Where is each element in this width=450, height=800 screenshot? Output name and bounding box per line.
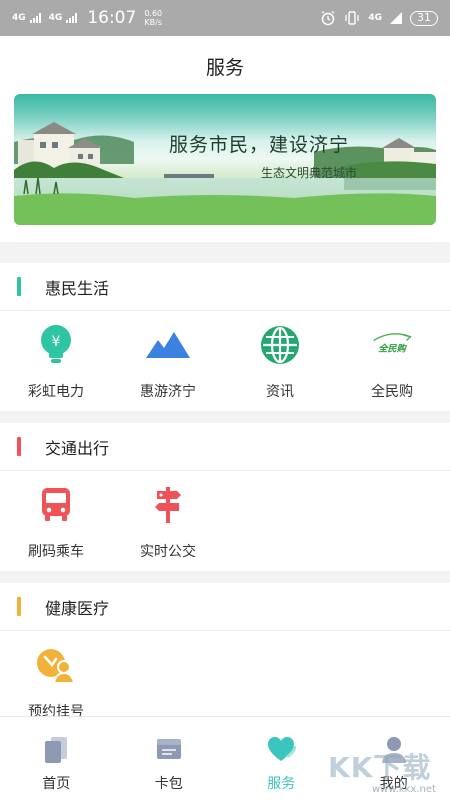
service-label: 刷码乘车 — [28, 544, 84, 560]
service-zixun[interactable]: 资讯 — [224, 311, 336, 411]
section-header: 惠民生活 — [0, 263, 450, 311]
section-jiaotong: 交通出行 刷码乘车 实时公交 — [0, 423, 450, 571]
service-label: 全民购 — [371, 384, 413, 400]
signal-icon-2 — [66, 13, 78, 23]
heart-icon — [268, 737, 297, 761]
section-jiankang: 健康医疗 预约挂号 — [0, 583, 450, 720]
banner-scenery-image — [14, 122, 436, 225]
section-accent-bar — [17, 437, 21, 456]
svg-text:¥: ¥ — [52, 334, 61, 350]
service-label: 实时公交 — [140, 544, 196, 560]
service-caihong-dianli[interactable]: ¥ 彩虹电力 — [0, 311, 112, 411]
wallet-icon — [156, 739, 181, 759]
section-header: 健康医疗 — [0, 583, 450, 631]
section-accent-bar — [17, 277, 21, 296]
globe-icon — [258, 323, 302, 367]
watermark-url: www.kkx.net — [372, 784, 436, 795]
bus-icon — [34, 483, 78, 527]
tab-label: 首页 — [42, 776, 71, 792]
network-type-3: 4G — [368, 12, 382, 23]
service-huiyou-jining[interactable]: 惠游济宁 — [112, 311, 224, 411]
mountain-icon — [146, 323, 190, 367]
section-header: 交通出行 — [0, 423, 450, 471]
network-type-1: 4G — [12, 12, 26, 23]
tab-home[interactable]: 首页 — [0, 717, 113, 800]
vibrate-icon — [345, 11, 359, 25]
banner-subtitle: 生态文明典范城市 — [261, 166, 358, 180]
service-label: 惠游济宁 — [140, 384, 196, 400]
service-shishi-gongjiao[interactable]: 实时公交 — [112, 471, 224, 571]
status-bar: 4G 4G 16:07 0.60 KB/s 4G 31 — [0, 0, 450, 36]
tab-label: 服务 — [267, 776, 296, 792]
signal-icon-1 — [29, 13, 41, 23]
section-accent-bar — [17, 597, 21, 616]
section-title: 交通出行 — [45, 438, 110, 458]
banner-title: 服务市民，建设济宁 — [169, 134, 350, 156]
banner-carousel[interactable]: 服务市民，建设济宁 生态文明典范城市 — [14, 94, 436, 225]
section-title: 惠民生活 — [45, 278, 110, 298]
home-icon — [45, 737, 68, 763]
section-title: 健康医疗 — [45, 598, 110, 618]
tab-wallet[interactable]: 卡包 — [113, 717, 226, 800]
tab-label: 卡包 — [154, 776, 183, 792]
service-quanmingou[interactable]: 全民购 全民购 — [336, 311, 448, 411]
tab-service[interactable]: 服务 — [225, 717, 338, 800]
service-label: 资讯 — [266, 384, 294, 400]
quanmingou-logo-icon: 全民购 — [370, 323, 414, 367]
net-speed: 0.60 KB/s — [144, 9, 162, 27]
watermark-text: KK下载 — [328, 751, 432, 784]
wifi-signal-icon — [390, 12, 402, 24]
battery-indicator: 31 — [410, 10, 438, 26]
lightbulb-icon: ¥ — [34, 323, 78, 367]
alarm-icon — [321, 10, 335, 26]
quanmingou-logo-text: 全民购 — [378, 342, 407, 354]
clock: 16:07 — [87, 8, 137, 28]
signpost-icon — [146, 483, 190, 527]
service-label: 彩虹电力 — [28, 384, 84, 400]
banner-area: 服务市民，建设济宁 生态文明典范城市 — [0, 92, 450, 242]
watermark: KK下载 www.kkx.net — [328, 746, 446, 798]
net-speed-unit: KB/s — [144, 18, 163, 27]
network-type-2: 4G — [48, 12, 63, 23]
page-title: 服务 — [0, 36, 450, 92]
section-huimin: 惠民生活 ¥ 彩虹电力 惠游济宁 资讯 全民购 全民购 — [0, 263, 450, 411]
doctor-icon — [34, 643, 78, 687]
service-shuama-chengche[interactable]: 刷码乘车 — [0, 471, 112, 571]
net-speed-value: 0.60 — [144, 9, 163, 18]
